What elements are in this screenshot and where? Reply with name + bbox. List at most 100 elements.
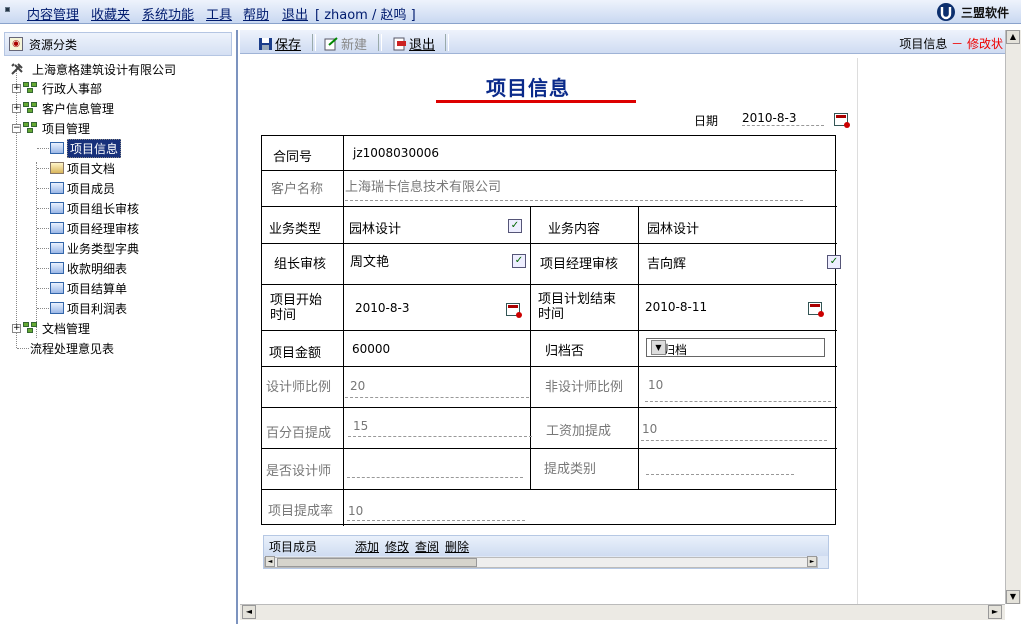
tree-item-receipts[interactable]: 收款明细表 — [50, 259, 127, 277]
expand-icon[interactable]: + — [12, 323, 21, 333]
start-time-input[interactable]: 2010-8-3 — [355, 301, 409, 315]
resource-category-icon: ◉ — [9, 37, 23, 51]
dropdown-arrow-icon[interactable]: ▼ — [651, 340, 666, 355]
tree-item-project-members[interactable]: 项目成员 — [50, 179, 115, 197]
expand-icon[interactable]: + — [12, 83, 21, 93]
calendar-icon[interactable] — [834, 113, 850, 128]
business-content-input[interactable]: 园林设计 — [647, 218, 699, 237]
scroll-left-icon[interactable]: ◄ — [265, 556, 275, 567]
leader-review-input[interactable]: 周文艳 — [350, 251, 389, 270]
menu-help[interactable]: 帮助 — [243, 4, 269, 23]
exit-label: 退出 — [409, 38, 436, 53]
amount-label: 项目金额 — [269, 346, 322, 361]
start-time-label: 项目开始时间 — [270, 293, 323, 323]
salary-commission-input[interactable]: 10 — [642, 422, 657, 436]
calendar-icon[interactable] — [808, 302, 824, 317]
menu-favorites[interactable]: 收藏夹 — [91, 4, 130, 23]
delete-member-link[interactable]: 删除 — [445, 538, 469, 555]
tree-root[interactable]: 上海意格建筑设计有限公司 — [10, 60, 176, 78]
form-icon — [50, 182, 64, 194]
grid-line — [343, 136, 344, 526]
tree-item-customer[interactable]: + 客户信息管理 — [12, 99, 114, 117]
sidebar-header: ◉ 资源分类 — [4, 32, 232, 56]
date-label: 日期 — [694, 114, 719, 128]
tree-item-label: 项目组长审核 — [67, 201, 140, 216]
menu-content-management[interactable]: 内容管理 — [27, 4, 79, 23]
department-icon — [23, 82, 39, 94]
toolbar: 保存 新建 退出 项目信息 － 修改状 — [240, 30, 1021, 54]
manager-review-input[interactable]: 吉向辉 — [647, 253, 686, 272]
exit-button[interactable]: 退出 — [392, 34, 435, 53]
contract-input[interactable]: jz1008030006 — [353, 146, 439, 160]
designer-ratio-input[interactable]: 20 — [350, 379, 365, 393]
tree-item-leader-review[interactable]: 项目组长审核 — [50, 199, 139, 217]
members-horizontal-scrollbar[interactable]: ◄ ► — [264, 556, 818, 568]
menu-bar: 内容管理 收藏夹 系统功能 工具 帮助 退出 [ zhaom / 赵鸣 ] 三盟… — [0, 0, 1021, 24]
exit-icon — [393, 37, 406, 50]
vertical-scrollbar[interactable]: ▲ ▼ — [1005, 30, 1021, 604]
tree-item-label: 项目结算单 — [67, 281, 128, 296]
view-member-link[interactable]: 查阅 — [415, 538, 439, 555]
tree-item-project-docs[interactable]: 项目文档 — [50, 159, 115, 177]
tree-item-label: 客户信息管理 — [42, 101, 115, 116]
tree-item-manager-review[interactable]: 项目经理审核 — [50, 219, 139, 237]
percent-commission-input[interactable]: 15 — [353, 419, 368, 433]
save-button[interactable]: 保存 — [258, 34, 301, 53]
scroll-right-icon[interactable]: ► — [807, 556, 817, 567]
tree-item-profit[interactable]: 项目利润表 — [50, 299, 127, 317]
menu-system-functions[interactable]: 系统功能 — [142, 4, 194, 23]
tree-guide — [37, 228, 49, 229]
tree-guide — [37, 288, 49, 289]
tree-root-label: 上海意格建筑设计有限公司 — [32, 62, 177, 77]
select-pencil-icon[interactable]: ✓ — [827, 255, 841, 269]
business-type-input[interactable]: 园林设计 — [349, 218, 401, 237]
form-title: 项目信息 — [486, 76, 570, 100]
client-input[interactable]: 上海瑞卡信息技术有限公司 — [345, 176, 501, 195]
archived-select[interactable]: 已归档 ▼ — [646, 338, 825, 357]
new-button[interactable]: 新建 — [324, 34, 367, 53]
menu-exit[interactable]: 退出 — [282, 4, 308, 23]
scroll-left-icon[interactable]: ◄ — [242, 605, 256, 619]
percent-commission-label: 百分百提成 — [266, 426, 332, 441]
scroll-right-icon[interactable]: ► — [988, 605, 1002, 619]
tree-item-project-management[interactable]: − 项目管理 — [12, 119, 90, 137]
tree-item-workflow-opinions[interactable]: 流程处理意见表 — [30, 339, 114, 357]
collapse-icon[interactable]: − — [12, 123, 21, 133]
tree-item-business-type-dict[interactable]: 业务类型字典 — [50, 239, 139, 257]
members-scroll-thumb[interactable] — [277, 558, 477, 567]
sanmeng-logo-icon — [936, 3, 955, 21]
tree-item-label: 收款明细表 — [67, 261, 128, 276]
department-icon — [23, 122, 39, 134]
grid-line — [262, 448, 837, 449]
calendar-icon[interactable] — [506, 303, 522, 318]
non-designer-ratio-input[interactable]: 10 — [648, 378, 663, 392]
percent-commission-underline — [348, 436, 532, 437]
client-underline — [345, 200, 803, 201]
department-icon — [23, 102, 39, 114]
tree-item-document-management[interactable]: + 文档管理 — [12, 319, 90, 337]
tree-guide — [37, 268, 49, 269]
grid-line — [262, 170, 837, 171]
tree-item-label: 项目成员 — [67, 181, 116, 196]
end-time-input[interactable]: 2010-8-11 — [645, 300, 707, 314]
tree-guide — [37, 208, 49, 209]
amount-input[interactable]: 60000 — [352, 342, 390, 356]
commission-type-underline — [646, 474, 794, 475]
commission-rate-input[interactable]: 10 — [348, 504, 363, 518]
select-pencil-icon[interactable]: ✓ — [508, 219, 522, 233]
tree-item-project-info[interactable]: 项目信息 — [50, 138, 122, 158]
select-pencil-icon[interactable]: ✓ — [512, 254, 526, 268]
tree-item-settlement[interactable]: 项目结算单 — [50, 279, 127, 297]
add-member-link[interactable]: 添加 — [355, 538, 379, 555]
horizontal-scrollbar[interactable]: ◄ ► — [240, 604, 1005, 620]
edit-member-link[interactable]: 修改 — [385, 538, 409, 555]
commission-rate-label: 项目提成率 — [268, 504, 334, 519]
menu-tools[interactable]: 工具 — [206, 4, 232, 23]
date-input[interactable]: 2010-8-3 — [742, 111, 824, 126]
tree-guide — [37, 188, 49, 189]
scroll-up-icon[interactable]: ▲ — [1006, 30, 1020, 44]
tree-item-hr[interactable]: + 行政人事部 — [12, 79, 102, 97]
scroll-down-icon[interactable]: ▼ — [1006, 590, 1020, 604]
expand-icon[interactable]: + — [12, 103, 21, 113]
save-label: 保存 — [275, 38, 302, 53]
